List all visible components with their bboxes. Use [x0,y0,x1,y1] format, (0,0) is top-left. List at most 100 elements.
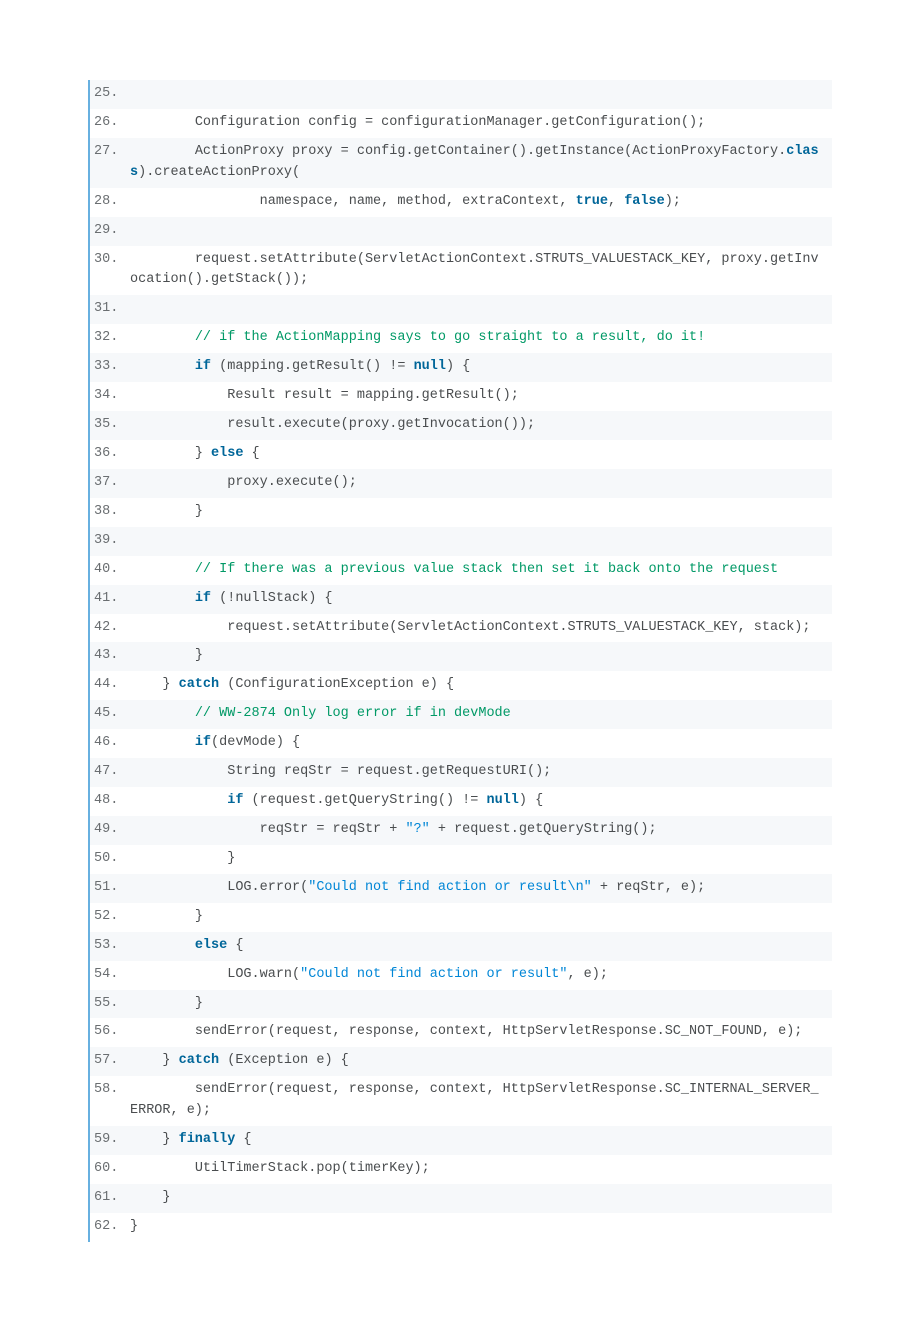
code-content: proxy.execute(); [130,473,832,494]
code-line: 29. [90,217,832,246]
line-number: 37. [90,473,130,494]
code-line: 55. } [90,990,832,1019]
line-number: 40. [90,560,130,581]
code-content: if (!nullStack) { [130,589,832,610]
line-number: 28. [90,192,130,213]
line-number: 62. [90,1217,130,1238]
code-content: } [130,1217,832,1238]
code-content: } [130,1188,832,1209]
line-number: 49. [90,820,130,841]
code-content: } [130,646,832,667]
code-content: result.execute(proxy.getInvocation()); [130,415,832,436]
code-line: 44. } catch (ConfigurationException e) { [90,671,832,700]
line-number: 59. [90,1130,130,1151]
line-number: 30. [90,250,130,271]
code-content: request.setAttribute(ServletActionContex… [130,250,832,292]
code-line: 56. sendError(request, response, context… [90,1018,832,1047]
line-number: 25. [90,84,130,105]
code-content: } finally { [130,1130,832,1151]
line-number: 31. [90,299,130,320]
line-number: 44. [90,675,130,696]
line-number: 35. [90,415,130,436]
code-line: 36. } else { [90,440,832,469]
line-number: 50. [90,849,130,870]
code-content: } [130,502,832,523]
line-number: 38. [90,502,130,523]
code-line: 39. [90,527,832,556]
code-line: 31. [90,295,832,324]
line-number: 33. [90,357,130,378]
code-line: 60. UtilTimerStack.pop(timerKey); [90,1155,832,1184]
code-content: if (mapping.getResult() != null) { [130,357,832,378]
line-number: 27. [90,142,130,163]
code-content [130,531,832,552]
line-number: 60. [90,1159,130,1180]
code-line: 30. request.setAttribute(ServletActionCo… [90,246,832,296]
code-line: 27. ActionProxy proxy = config.getContai… [90,138,832,188]
code-line: 32. // if the ActionMapping says to go s… [90,324,832,353]
code-content: } catch (ConfigurationException e) { [130,675,832,696]
code-content: namespace, name, method, extraContext, t… [130,192,832,213]
line-number: 39. [90,531,130,552]
code-line: 49. reqStr = reqStr + "?" + request.getQ… [90,816,832,845]
code-content: UtilTimerStack.pop(timerKey); [130,1159,832,1180]
line-number: 55. [90,994,130,1015]
line-number: 41. [90,589,130,610]
code-line: 50. } [90,845,832,874]
code-line: 42. request.setAttribute(ServletActionCo… [90,614,832,643]
code-content: ActionProxy proxy = config.getContainer(… [130,142,832,184]
code-line: 28. namespace, name, method, extraContex… [90,188,832,217]
line-number: 34. [90,386,130,407]
line-number: 26. [90,113,130,134]
code-line: 62.} [90,1213,832,1242]
code-line: 40. // If there was a previous value sta… [90,556,832,585]
code-listing: 25. 26. Configuration config = configura… [88,80,832,1242]
code-content: Configuration config = configurationMana… [130,113,832,134]
line-number: 56. [90,1022,130,1043]
line-number: 32. [90,328,130,349]
code-content [130,84,832,105]
line-number: 48. [90,791,130,812]
code-content: if (request.getQueryString() != null) { [130,791,832,812]
code-line: 47. String reqStr = request.getRequestUR… [90,758,832,787]
code-line: 43. } [90,642,832,671]
code-line: 37. proxy.execute(); [90,469,832,498]
code-line: 46. if(devMode) { [90,729,832,758]
code-content: sendError(request, response, context, Ht… [130,1080,832,1122]
line-number: 42. [90,618,130,639]
code-content: reqStr = reqStr + "?" + request.getQuery… [130,820,832,841]
code-line: 34. Result result = mapping.getResult(); [90,382,832,411]
line-number: 45. [90,704,130,725]
code-content: if(devMode) { [130,733,832,754]
code-line: 61. } [90,1184,832,1213]
code-line: 48. if (request.getQueryString() != null… [90,787,832,816]
code-line: 26. Configuration config = configuration… [90,109,832,138]
code-content: } else { [130,444,832,465]
code-line: 25. [90,80,832,109]
line-number: 43. [90,646,130,667]
code-content [130,221,832,242]
code-line: 35. result.execute(proxy.getInvocation()… [90,411,832,440]
line-number: 61. [90,1188,130,1209]
code-content [130,299,832,320]
line-number: 52. [90,907,130,928]
code-content: Result result = mapping.getResult(); [130,386,832,407]
line-number: 54. [90,965,130,986]
code-content: LOG.error("Could not find action or resu… [130,878,832,899]
code-line: 51. LOG.error("Could not find action or … [90,874,832,903]
code-line: 33. if (mapping.getResult() != null) { [90,353,832,382]
code-content: else { [130,936,832,957]
code-content: } catch (Exception e) { [130,1051,832,1072]
line-number: 57. [90,1051,130,1072]
code-line: 52. } [90,903,832,932]
code-line: 58. sendError(request, response, context… [90,1076,832,1126]
code-content: String reqStr = request.getRequestURI(); [130,762,832,783]
line-number: 46. [90,733,130,754]
code-content: } [130,849,832,870]
code-line: 59. } finally { [90,1126,832,1155]
line-number: 58. [90,1080,130,1101]
code-line: 53. else { [90,932,832,961]
line-number: 53. [90,936,130,957]
line-number: 51. [90,878,130,899]
line-number: 36. [90,444,130,465]
